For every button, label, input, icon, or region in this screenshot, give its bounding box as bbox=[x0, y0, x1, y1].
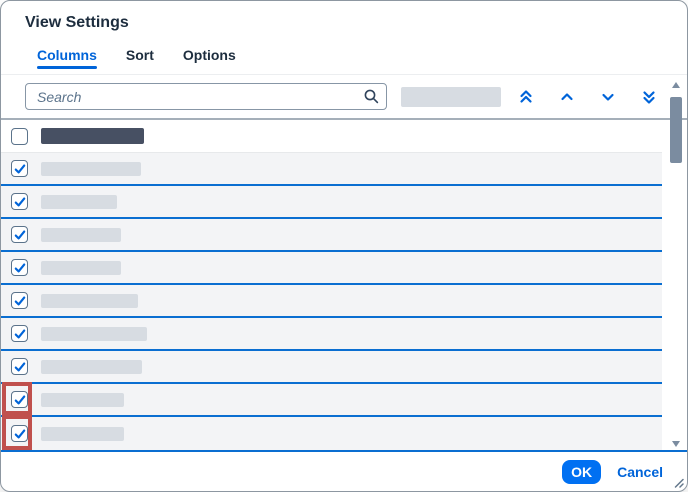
column-list-row[interactable] bbox=[1, 153, 662, 186]
view-settings-dialog: View Settings Columns Sort Options bbox=[0, 0, 688, 492]
screen: View Settings Columns Sort Options bbox=[0, 0, 688, 492]
row-label-placeholder bbox=[41, 128, 144, 144]
scrollbar-thumb[interactable] bbox=[670, 97, 682, 163]
tab-sort-label: Sort bbox=[126, 47, 154, 63]
search-field[interactable] bbox=[25, 83, 387, 110]
toolbar-button-skeleton bbox=[401, 87, 501, 107]
checkmark-icon bbox=[13, 195, 27, 209]
row-checkbox[interactable] bbox=[11, 292, 28, 309]
collapse-all-button[interactable] bbox=[509, 83, 543, 111]
move-down-button[interactable] bbox=[591, 83, 625, 111]
checkmark-icon bbox=[13, 162, 27, 176]
column-list-row[interactable] bbox=[1, 285, 662, 318]
row-label-placeholder bbox=[41, 195, 117, 209]
move-down-icon bbox=[600, 89, 616, 105]
move-up-button[interactable] bbox=[550, 83, 584, 111]
row-label-placeholder bbox=[41, 261, 121, 275]
scrollbar[interactable] bbox=[669, 80, 683, 449]
row-checkbox[interactable] bbox=[11, 160, 28, 177]
search-input[interactable] bbox=[25, 83, 387, 110]
ok-button[interactable]: OK bbox=[562, 460, 601, 484]
row-checkbox[interactable] bbox=[11, 259, 28, 276]
row-checkbox[interactable] bbox=[11, 325, 28, 342]
scrollbar-down-arrow-icon[interactable] bbox=[672, 441, 680, 447]
column-list-row[interactable] bbox=[1, 252, 662, 285]
move-up-icon bbox=[559, 89, 575, 105]
row-label-placeholder bbox=[41, 228, 121, 242]
checkmark-icon bbox=[13, 228, 27, 242]
tab-sort[interactable]: Sort bbox=[126, 41, 154, 73]
row-label-placeholder bbox=[41, 427, 124, 441]
row-checkbox[interactable] bbox=[11, 358, 28, 375]
row-label-placeholder bbox=[41, 393, 124, 407]
checkmark-icon bbox=[13, 327, 27, 341]
column-list bbox=[1, 118, 687, 452]
row-checkbox[interactable] bbox=[11, 425, 28, 442]
collapse-all-icon bbox=[518, 89, 534, 105]
row-checkbox[interactable] bbox=[11, 391, 28, 408]
toolbar bbox=[1, 75, 687, 118]
row-checkbox[interactable] bbox=[11, 193, 28, 210]
checkmark-icon bbox=[13, 393, 27, 407]
row-checkbox[interactable] bbox=[11, 128, 28, 145]
tab-options-label: Options bbox=[183, 47, 236, 63]
expand-all-button[interactable] bbox=[632, 83, 666, 111]
checkmark-icon bbox=[13, 294, 27, 308]
checkmark-icon bbox=[13, 261, 27, 275]
tab-options[interactable]: Options bbox=[183, 41, 236, 73]
column-list-header-row[interactable] bbox=[1, 120, 662, 153]
checkmark-icon bbox=[13, 360, 27, 374]
search-icon[interactable] bbox=[363, 88, 380, 105]
column-list-row[interactable] bbox=[1, 351, 662, 384]
column-list-row[interactable] bbox=[1, 219, 662, 252]
row-label-placeholder bbox=[41, 360, 142, 374]
checkmark-icon bbox=[13, 427, 27, 441]
row-label-placeholder bbox=[41, 294, 138, 308]
cancel-button[interactable]: Cancel bbox=[617, 464, 663, 480]
tab-columns[interactable]: Columns bbox=[37, 41, 97, 73]
row-label-placeholder bbox=[41, 327, 147, 341]
expand-all-icon bbox=[641, 89, 657, 105]
dialog-title: View Settings bbox=[25, 14, 663, 32]
resize-grip-icon[interactable] bbox=[672, 476, 684, 488]
dialog-footer: OK Cancel bbox=[1, 452, 687, 492]
column-list-row[interactable] bbox=[1, 384, 662, 417]
column-list-row[interactable] bbox=[1, 417, 662, 450]
row-checkbox[interactable] bbox=[11, 226, 28, 243]
scrollbar-up-arrow-icon[interactable] bbox=[672, 82, 680, 88]
tab-strip: Columns Sort Options bbox=[1, 41, 687, 75]
column-list-row[interactable] bbox=[1, 318, 662, 351]
row-label-placeholder bbox=[41, 162, 141, 176]
column-list-row[interactable] bbox=[1, 186, 662, 219]
dialog-header: View Settings bbox=[1, 1, 687, 41]
tab-columns-label: Columns bbox=[37, 47, 97, 63]
